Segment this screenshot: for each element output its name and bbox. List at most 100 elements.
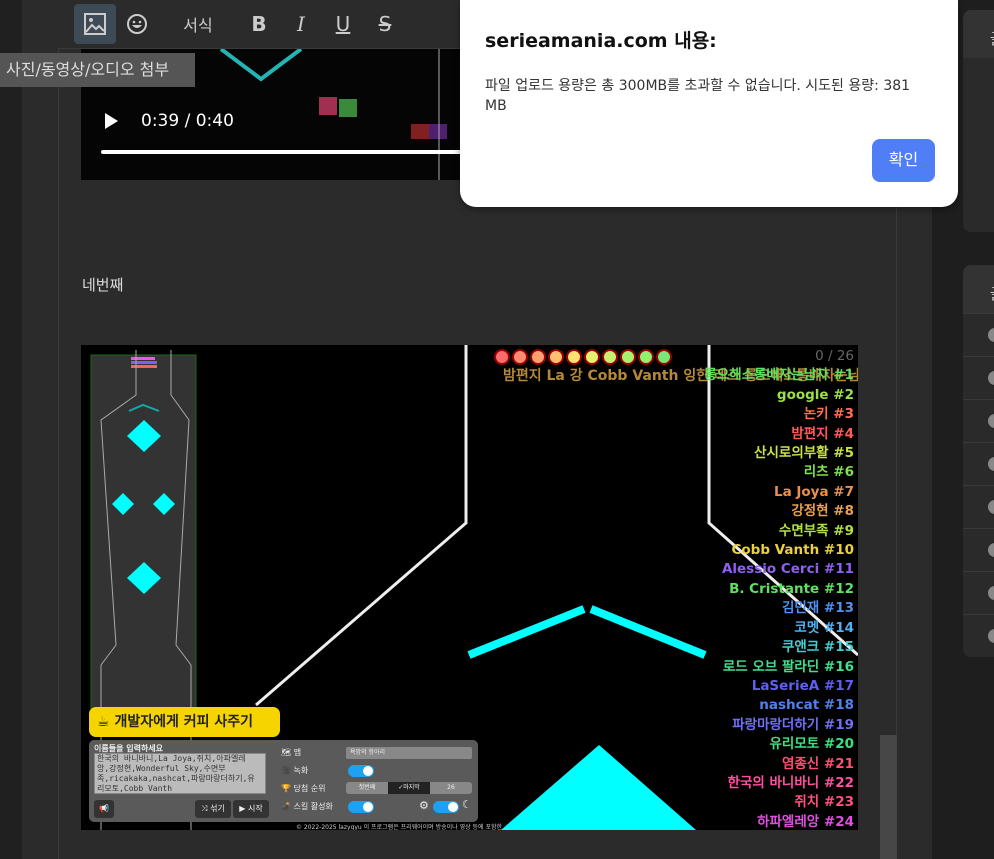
image-icon — [84, 13, 106, 35]
rank-segmented-control: 첫번째 ✓마지막 26 — [346, 782, 472, 794]
sidebar-panel: 글 — [963, 10, 994, 232]
shuffle-button[interactable]: ⤨ 섞기 — [195, 800, 231, 818]
left-gutter — [0, 0, 22, 859]
skill-label-text: 스킬 활성화 — [293, 802, 333, 811]
format-menu[interactable]: 서식 — [158, 4, 238, 44]
rank-label: 🏆 당첨 순위 — [281, 784, 326, 793]
scrollbar-thumb[interactable] — [880, 735, 897, 859]
progress-dot — [620, 349, 636, 365]
rank-last[interactable]: ✓마지막 — [388, 782, 430, 794]
skill-toggle[interactable] — [348, 801, 374, 813]
ranking-item: 염종신 #21 — [781, 755, 854, 772]
shuffle-icon: ⤨ — [201, 804, 211, 813]
coffee-icon: ☕ — [97, 714, 115, 730]
shuffle-label: 섞기 — [210, 804, 225, 813]
video-time: 0:39 / 0:40 — [141, 111, 234, 131]
rank-first[interactable]: 첫번째 — [346, 782, 388, 794]
sidebar-panel-header: 글 — [963, 10, 994, 58]
ranking-item: 파랑마랑더하기 #19 — [732, 716, 854, 733]
names-textarea[interactable]: 한국의 바니바니,La Joya,쥐치,아파엘레앙,강정현,Wonderful … — [94, 753, 266, 794]
record-label-text: 녹화 — [293, 766, 309, 775]
emoji-icon — [127, 14, 147, 34]
strikethrough-button[interactable]: S — [364, 4, 406, 44]
list-item[interactable] — [963, 399, 994, 442]
ranking-item: 밤편지 #4 — [791, 425, 854, 442]
ranking-list: 0 / 26 롱으해소통배자는남자 #1 google #2 논키 #3 밤편지 #4… — [704, 347, 854, 830]
ranking-item: nashcat #18 — [759, 697, 854, 714]
underline-button[interactable]: U — [322, 4, 364, 44]
ranking-item: 롱으해소통배자는남자 #1 — [704, 367, 854, 384]
ranking-item: Cobb Vanth #10 — [731, 542, 854, 559]
start-label: 시작 — [247, 804, 263, 813]
sidebar-list-header: 글 — [963, 265, 994, 313]
attach-media-button[interactable] — [74, 4, 116, 44]
ranking-item: 한국의 바니바니 #22 — [727, 774, 854, 791]
ranking-item: 유리모토 #20 — [769, 736, 854, 753]
dialog-message: 파일 업로드 용량은 총 300MB를 초과할 수 없습니다. 시도된 용량: … — [485, 78, 911, 114]
ranking-item: 코멧 #14 — [794, 619, 854, 636]
moon-icon: ☾ — [462, 798, 472, 811]
caption-text: 네번째 — [82, 276, 124, 294]
announce-button[interactable]: 📢 — [94, 800, 114, 818]
list-item[interactable] — [963, 356, 994, 399]
ranking-item: 하파엘레앙 #24 — [757, 813, 854, 830]
ranking-item: La Joya #7 — [773, 483, 854, 500]
progress-dot — [494, 349, 510, 365]
start-button[interactable]: ▶ 시작 — [233, 800, 269, 818]
ranking-item: 쿠앤크 #15 — [781, 639, 854, 656]
ranking-item: Alessio Cerci #11 — [721, 561, 854, 578]
coffee-label: 개발자에게 커피 사주기 — [114, 714, 253, 730]
tooltip: 사진/동영상/오디오 첨부 — [0, 53, 195, 87]
progress-dot — [530, 349, 546, 365]
play-icon[interactable] — [105, 113, 118, 129]
rank-label-text: 당첨 순위 — [293, 784, 326, 793]
record-toggle[interactable] — [348, 765, 374, 777]
emoji-button[interactable] — [116, 4, 158, 44]
ranking-item: 로드 오브 팔라딘 #16 — [722, 658, 854, 675]
progress-dot — [584, 349, 600, 365]
dark-mode-toggle[interactable] — [433, 801, 459, 813]
game-footer: © 2022-2025 lazygyu 이 프로그램은 프리웨어이며 방송이나 … — [296, 824, 510, 830]
gear-icon[interactable]: ⚙ — [419, 799, 429, 812]
megaphone-icon: 📢 — [99, 804, 109, 813]
map-select[interactable]: 욕망의 항아리 — [346, 747, 472, 759]
record-label: 🎥 녹화 — [281, 766, 309, 775]
map-label-text: 맵 — [293, 748, 302, 757]
ranking-item: 산시로의부활 #5 — [754, 445, 854, 462]
ranking-item: 논키 #3 — [803, 406, 854, 423]
progress-dot — [602, 349, 618, 365]
progress-dot — [656, 349, 672, 365]
progress-dot — [566, 349, 582, 365]
ranking-item: LaSerieA #17 — [751, 677, 854, 694]
progress-dot — [638, 349, 654, 365]
progress-dot — [548, 349, 564, 365]
map-label: 🗺 맵 — [281, 748, 302, 757]
list-item[interactable] — [963, 485, 994, 528]
ranking-item: 리츠 #6 — [803, 464, 854, 481]
dialog-title: serieamania.com 내용: — [485, 30, 717, 52]
italic-button[interactable]: I — [280, 4, 322, 44]
rank-number[interactable]: 26 — [430, 782, 472, 794]
control-panel: 이름들을 입력하세요 한국의 바니바니,La Joya,쥐치,아파엘레앙,강정현… — [89, 740, 478, 822]
ranking-item: 쥐치 #23 — [794, 794, 854, 811]
ranking-item: 김민재 #13 — [781, 600, 854, 617]
progress-dot — [512, 349, 528, 365]
list-item[interactable] — [963, 571, 994, 614]
skill-label: 💣 스킬 활성화 — [281, 802, 333, 811]
play-icon: ▶ — [239, 804, 248, 813]
buy-coffee-button[interactable]: ☕ 개발자에게 커피 사주기 — [89, 707, 280, 737]
alert-dialog: serieamania.com 내용: 파일 업로드 용량은 총 300MB를 … — [460, 0, 958, 207]
list-item[interactable] — [963, 313, 994, 356]
progress-dots — [494, 349, 672, 365]
ranking-item: google #2 — [776, 386, 854, 403]
list-item[interactable] — [963, 442, 994, 485]
ranking-item: 수면부족 #9 — [778, 522, 854, 539]
ranking-item: 강정현 #8 — [791, 503, 854, 520]
ranking-item: B. Cristante #12 — [729, 580, 854, 597]
ok-button[interactable]: 확인 — [872, 139, 935, 182]
bold-button[interactable]: B — [238, 4, 280, 44]
sidebar-list-panel: 글 — [963, 265, 994, 657]
list-item[interactable] — [963, 528, 994, 571]
list-item[interactable] — [963, 614, 994, 657]
game-screenshot: 밤편지 La 강 Cobb Vanth 잉한 레스 롱으해소통배자는남자 0 /… — [81, 345, 858, 830]
